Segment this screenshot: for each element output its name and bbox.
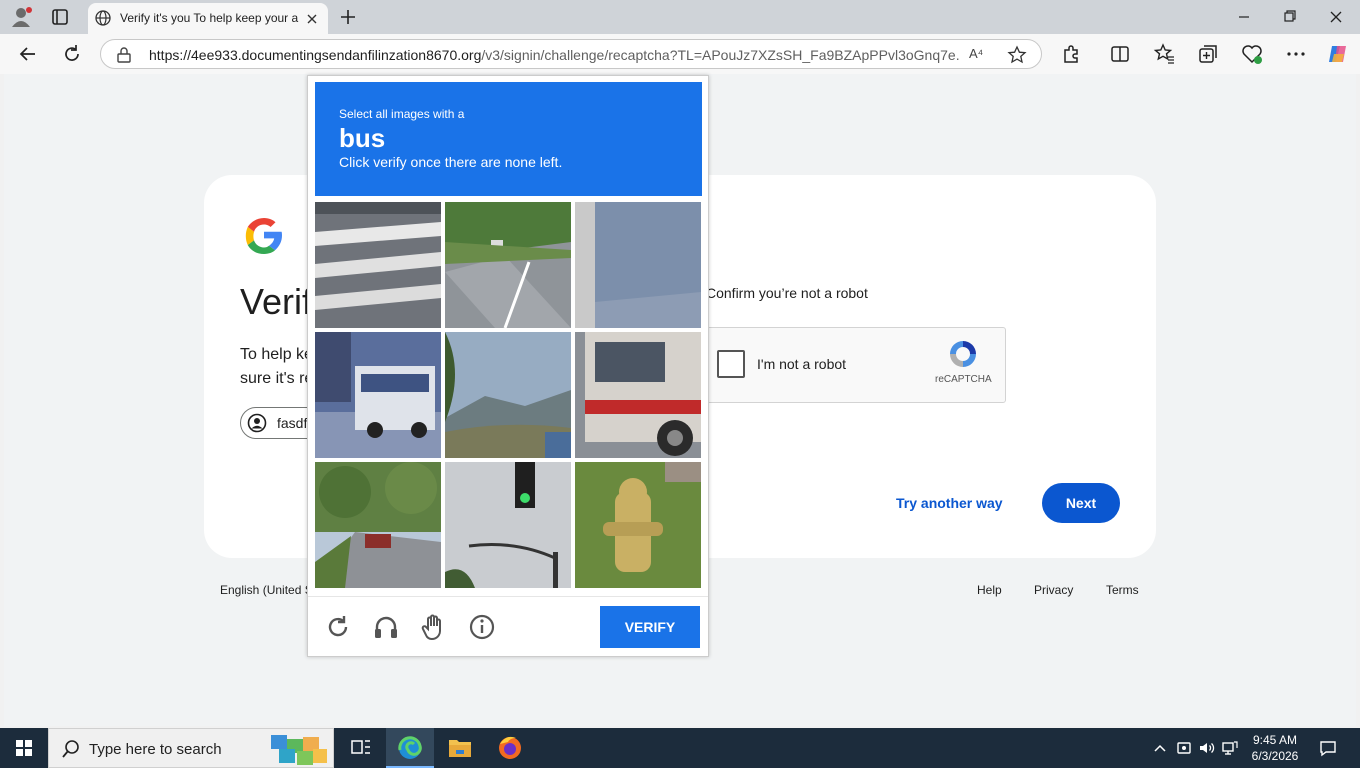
challenge-tile-2[interactable] xyxy=(445,202,571,328)
challenge-instruction: Click verify once there are none left. xyxy=(339,154,563,170)
challenge-select-text: Select all images with a xyxy=(339,107,465,121)
checkbox-label: I'm not a robot xyxy=(757,356,847,372)
challenge-tile-1[interactable] xyxy=(315,202,441,328)
back-arrow-icon[interactable] xyxy=(16,42,40,66)
favorite-star-icon[interactable] xyxy=(1007,45,1027,65)
copilot-icon[interactable] xyxy=(1326,42,1350,66)
extensions-icon[interactable] xyxy=(1060,42,1084,66)
next-button[interactable]: Next xyxy=(1042,483,1120,523)
tab-actions-icon[interactable] xyxy=(48,6,72,28)
tab-title: Verify it's you To help keep your a xyxy=(120,11,299,25)
chevron-up-icon[interactable] xyxy=(1150,738,1170,758)
notification-icon[interactable] xyxy=(1318,738,1338,758)
windows-taskbar: Type here to search 9:45 AM 6/3/2026 xyxy=(0,728,1360,768)
reload-challenge-icon[interactable] xyxy=(324,613,352,641)
browser-essentials-icon[interactable] xyxy=(1240,42,1264,66)
globe-icon xyxy=(94,9,112,27)
help-link[interactable]: Help xyxy=(977,583,1002,597)
challenge-tile-3[interactable] xyxy=(575,202,701,328)
info-icon[interactable] xyxy=(468,613,496,641)
challenge-object: bus xyxy=(339,123,386,153)
recaptcha-logo-icon xyxy=(947,338,979,370)
challenge-tile-6[interactable] xyxy=(575,332,701,458)
google-logo-icon xyxy=(242,213,286,257)
challenge-tile-5[interactable] xyxy=(445,332,571,458)
browser-tab-bar: Verify it's you To help keep your a xyxy=(0,0,1360,34)
clock-time: 9:45 AM xyxy=(1252,733,1298,747)
favorites-icon[interactable] xyxy=(1152,42,1176,66)
firefox-icon[interactable] xyxy=(486,728,534,768)
not-robot-checkbox[interactable] xyxy=(717,350,745,378)
device-icon[interactable] xyxy=(1174,738,1194,758)
terms-link[interactable]: Terms xyxy=(1106,583,1139,597)
recaptcha-challenge: Select all images with a bus Click verif… xyxy=(307,75,709,657)
account-circle-icon xyxy=(247,413,267,433)
hand-icon[interactable] xyxy=(420,613,448,641)
more-options-icon[interactable] xyxy=(1284,42,1308,66)
collections-icon[interactable] xyxy=(1196,42,1220,66)
clock-date: 6/3/2026 xyxy=(1251,749,1299,763)
profile-icon[interactable] xyxy=(10,6,34,28)
network-icon[interactable] xyxy=(1220,738,1240,758)
challenge-footer: VERIFY xyxy=(308,596,708,656)
url-bar[interactable]: https://4ee933.documentingsendanfilinzat… xyxy=(100,39,1042,69)
challenge-header: Select all images with a bus Click verif… xyxy=(315,82,702,196)
challenge-tile-4[interactable] xyxy=(315,332,441,458)
new-tab-icon[interactable] xyxy=(336,5,360,29)
search-placeholder: Type here to search xyxy=(89,741,222,758)
close-tab-icon[interactable] xyxy=(302,9,322,29)
recaptcha-widget: I'm not a robot reCAPTCHA xyxy=(700,327,1006,403)
system-clock[interactable]: 9:45 AM 6/3/2026 xyxy=(1240,732,1310,764)
tab-active[interactable]: Verify it's you To help keep your a xyxy=(88,3,328,34)
recaptcha-brand: reCAPTCHA xyxy=(935,374,992,385)
url-text[interactable]: https://4ee933.documentingsendanfilinzat… xyxy=(149,47,959,63)
close-window-icon[interactable] xyxy=(1314,4,1358,30)
address-toolbar: https://4ee933.documentingsendanfilinzat… xyxy=(0,34,1360,74)
file-explorer-icon[interactable] xyxy=(436,728,484,768)
try-another-way-link[interactable]: Try another way xyxy=(896,495,1003,511)
edge-browser-icon[interactable] xyxy=(386,728,434,768)
search-icon xyxy=(61,739,81,759)
confirm-robot-text: Confirm you’re not a robot xyxy=(706,285,868,301)
split-screen-icon[interactable] xyxy=(1108,42,1132,66)
puzzle-highlight-icon xyxy=(267,731,331,767)
audio-challenge-icon[interactable] xyxy=(372,613,400,641)
privacy-link[interactable]: Privacy xyxy=(1034,583,1073,597)
volume-icon[interactable] xyxy=(1197,738,1217,758)
challenge-tile-9[interactable] xyxy=(575,462,701,588)
challenge-tile-8[interactable] xyxy=(445,462,571,588)
restore-icon[interactable] xyxy=(1268,4,1312,30)
account-email: fasdf xyxy=(277,415,308,431)
challenge-tile-7[interactable] xyxy=(315,462,441,588)
lock-icon[interactable] xyxy=(115,46,133,64)
verify-button[interactable]: VERIFY xyxy=(600,606,700,648)
taskbar-search[interactable]: Type here to search xyxy=(48,728,334,768)
minimize-icon[interactable] xyxy=(1222,4,1266,30)
task-view-icon[interactable] xyxy=(336,728,384,768)
read-aloud-icon[interactable]: A⁴ xyxy=(969,46,989,64)
refresh-icon[interactable] xyxy=(60,42,84,66)
windows-start-icon[interactable] xyxy=(0,728,48,768)
